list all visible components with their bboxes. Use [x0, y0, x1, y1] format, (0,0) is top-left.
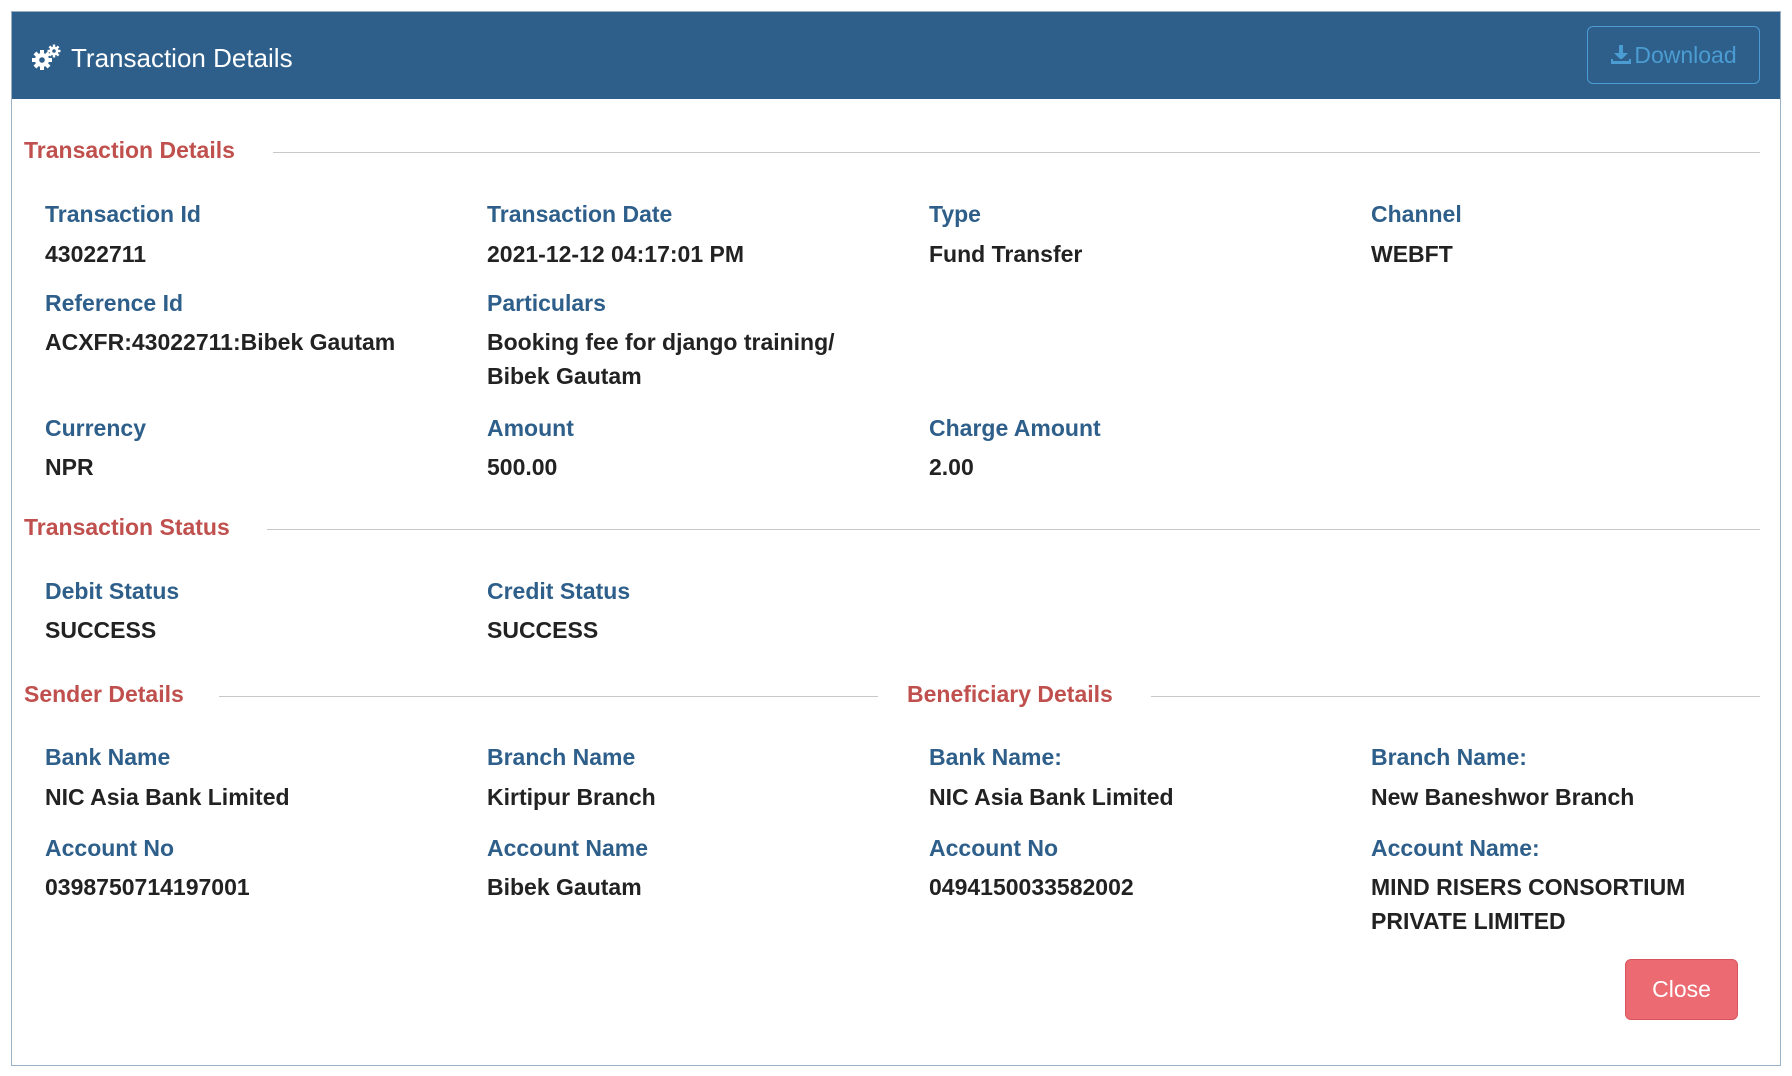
beneficiary-account-no-value: 0494150033582002 — [929, 874, 1134, 900]
transaction-id-label: Transaction Id — [45, 201, 201, 227]
debit-status-label: Debit Status — [45, 578, 180, 604]
transaction-id-value: 43022711 — [45, 241, 147, 267]
section-title-sender-details: Sender Details — [24, 681, 184, 707]
particulars-value: Booking fee for django training/ Bibek G… — [487, 329, 835, 389]
beneficiary-account-name-label: Account Name: — [1371, 835, 1540, 861]
section-title-transaction-details: Transaction Details — [24, 137, 235, 163]
type-value: Fund Transfer — [929, 241, 1083, 267]
sender-bank-name-value: NIC Asia Bank Limited — [45, 784, 290, 810]
particulars-label: Particulars — [487, 290, 606, 316]
sender-account-name-label: Account Name — [487, 835, 649, 861]
transaction-date-label: Transaction Date — [487, 201, 673, 227]
download-button[interactable]: Download — [1587, 26, 1760, 84]
sender-account-no-value: 0398750714197001 — [45, 874, 250, 900]
credit-status-label: Credit Status — [487, 578, 631, 604]
amount-value: 500.00 — [487, 454, 558, 480]
sender-branch-name-value: Kirtipur Branch — [487, 784, 656, 810]
type-label: Type — [929, 201, 981, 227]
amount-label: Amount — [487, 415, 574, 441]
currency-value: NPR — [45, 454, 94, 480]
transaction-date-value: 2021-12-12 04:17:01 PM — [487, 241, 744, 267]
currency-label: Currency — [45, 415, 146, 441]
section-divider — [273, 152, 1760, 153]
beneficiary-account-name-value: MIND RISERS CONSORTIUM PRIVATE LIMITED — [1371, 874, 1686, 934]
section-title-transaction-status: Transaction Status — [24, 514, 230, 540]
charge-amount-label: Charge Amount — [929, 415, 1101, 441]
transaction-details-modal: Transaction Details Download Transaction… — [11, 11, 1781, 1066]
charge-amount-value: 2.00 — [929, 454, 974, 480]
credit-status-value: SUCCESS — [487, 617, 599, 643]
beneficiary-account-no-label: Account No — [929, 835, 1059, 861]
sender-branch-name-label: Branch Name — [487, 744, 636, 770]
download-icon — [1611, 45, 1632, 64]
section-divider — [1151, 696, 1760, 697]
beneficiary-branch-name-value: New Baneshwor Branch — [1371, 784, 1635, 810]
gears-icon — [32, 44, 61, 70]
beneficiary-bank-name-value: NIC Asia Bank Limited — [929, 784, 1174, 810]
modal-title: Transaction Details — [71, 43, 293, 73]
section-title-beneficiary-details: Beneficiary Details — [907, 681, 1113, 707]
close-button[interactable]: Close — [1625, 959, 1738, 1020]
reference-id-label: Reference Id — [45, 290, 184, 316]
channel-value: WEBFT — [1371, 241, 1453, 267]
beneficiary-branch-name-label: Branch Name: — [1371, 744, 1527, 770]
beneficiary-bank-name-label: Bank Name: — [929, 744, 1062, 770]
sender-account-no-label: Account No — [45, 835, 175, 861]
download-label: Download — [1634, 41, 1737, 68]
reference-id-value: ACXFR:43022711:Bibek Gautam — [45, 329, 396, 355]
sender-account-name-value: Bibek Gautam — [487, 874, 642, 900]
section-divider — [219, 696, 878, 697]
modal-header: Transaction Details Download — [12, 12, 1780, 99]
sender-bank-name-label: Bank Name — [45, 744, 171, 770]
section-divider — [267, 529, 1760, 530]
channel-label: Channel — [1371, 201, 1462, 227]
debit-status-value: SUCCESS — [45, 617, 157, 643]
